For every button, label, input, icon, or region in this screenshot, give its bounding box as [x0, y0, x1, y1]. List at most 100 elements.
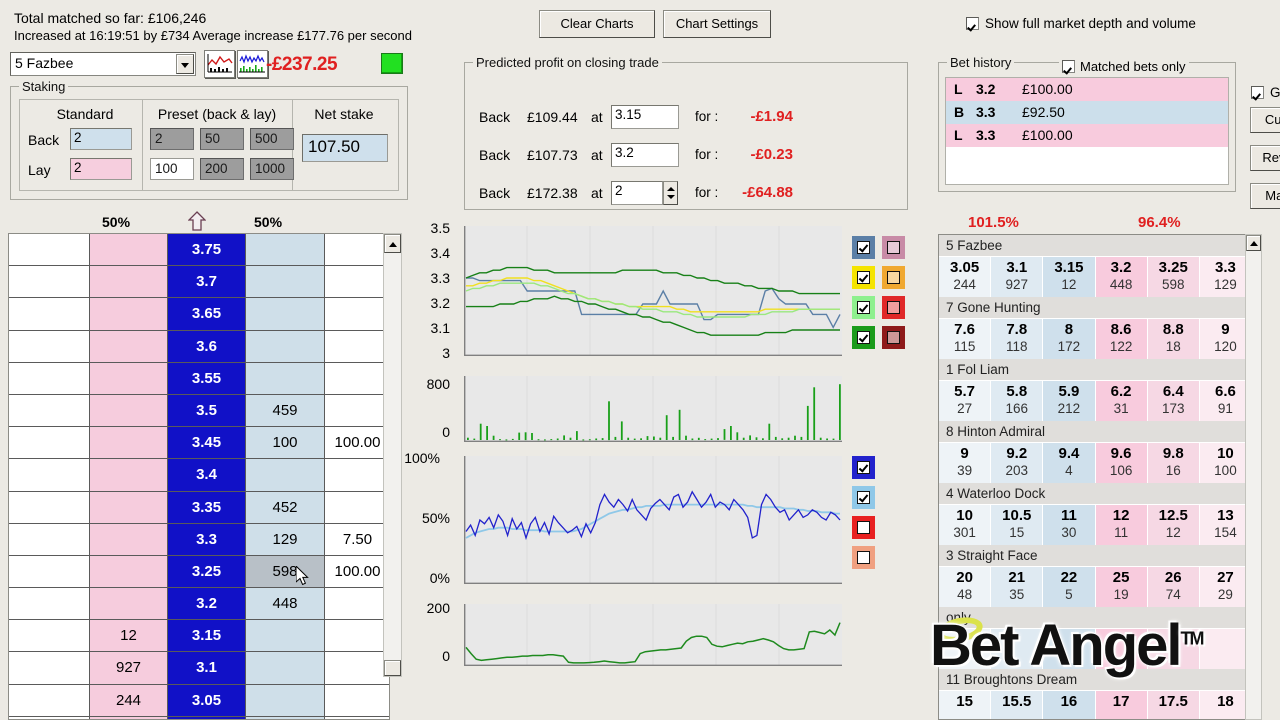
- list-item[interactable]: L 3.2 £100.00: [946, 78, 1228, 101]
- ladder-back-cell[interactable]: [246, 298, 325, 331]
- legend-color-swatch[interactable]: [882, 236, 905, 259]
- clear-charts-button[interactable]: Clear Charts: [539, 10, 655, 38]
- ladder-profit-cell[interactable]: 7.50: [325, 523, 389, 556]
- depth-price-cell[interactable]: 22 5: [1043, 567, 1096, 607]
- legend-checkbox[interactable]: [852, 546, 875, 569]
- price-chart[interactable]: [464, 226, 842, 356]
- runner-name[interactable]: 5 Fazbee: [939, 235, 1252, 257]
- depth-price-cell[interactable]: 20 48: [939, 567, 992, 607]
- ladder-back-cell[interactable]: [246, 459, 325, 492]
- chevron-down-icon[interactable]: [176, 54, 194, 74]
- ladder-price-cell[interactable]: 3.55: [168, 362, 246, 395]
- close-row-2-odds-input[interactable]: 3.2: [611, 143, 679, 167]
- ladder-stake-cell[interactable]: [9, 234, 90, 267]
- ladder-row[interactable]: 244 3.05: [9, 684, 389, 717]
- show-market-depth-checkbox[interactable]: Show full market depth and volume: [966, 16, 1196, 31]
- ladder-profit-cell[interactable]: [325, 330, 389, 363]
- ladder-profit-cell[interactable]: [325, 394, 389, 428]
- depth-price-cell[interactable]: 9.4 4: [1043, 443, 1096, 483]
- depth-price-cell[interactable]: [1095, 629, 1148, 669]
- depth-price-cell[interactable]: 3.15 12: [1043, 257, 1096, 297]
- depth-price-cell[interactable]: 3.2 448: [1095, 257, 1148, 297]
- close-row-1-odds-input[interactable]: 3.15: [611, 105, 679, 129]
- depth-price-cell[interactable]: 9.6 106: [1095, 443, 1148, 483]
- ladder-row[interactable]: 3.6: [9, 330, 389, 363]
- ladder-back-cell[interactable]: [246, 330, 325, 363]
- scroll-up-icon[interactable]: [1246, 235, 1261, 251]
- line-chart-icon-button[interactable]: [204, 50, 235, 78]
- chart-settings-button[interactable]: Chart Settings: [663, 10, 771, 38]
- ladder-stake-cell[interactable]: [9, 491, 90, 524]
- ladder-back-cell[interactable]: [246, 684, 325, 717]
- ladder-profit-cell[interactable]: [325, 491, 389, 524]
- selection-dropdown[interactable]: 5 Fazbee: [10, 52, 196, 76]
- ladder-row[interactable]: 3.7: [9, 266, 389, 299]
- depth-price-cell[interactable]: 9.8 16: [1147, 443, 1200, 483]
- current-close-button[interactable]: Current Close: [1250, 107, 1280, 133]
- preset-button-5[interactable]: 200: [200, 158, 244, 180]
- ladder-price-cell[interactable]: 3.25: [168, 555, 246, 589]
- depth-price-cell[interactable]: 15: [939, 691, 992, 719]
- bet-history-list[interactable]: L 3.2 £100.00 B 3.3 £92.50 L 3.3 £100.00: [945, 77, 1229, 185]
- ladder-stake-cell[interactable]: [9, 266, 90, 299]
- legend-color-swatch[interactable]: [882, 296, 905, 319]
- weight-of-money-chart[interactable]: [464, 456, 842, 584]
- ladder-row[interactable]: 3.4: [9, 459, 389, 492]
- runner-prices-row[interactable]: 10 301 10.5 15 11 30 12 11 12.5 12 13 154: [939, 505, 1252, 545]
- runner-prices-row[interactable]: 3.05 244 3.1 927 3.15 12 3.2 448 3.25 598 3.3 129: [939, 257, 1252, 297]
- ladder-row[interactable]: 3.2 448: [9, 588, 389, 621]
- ladder-lay-cell[interactable]: [90, 234, 168, 267]
- depth-price-cell[interactable]: 6.4 173: [1147, 381, 1200, 421]
- ladder-profit-cell[interactable]: [325, 588, 389, 621]
- legend-checkbox[interactable]: [852, 296, 875, 319]
- ladder-profit-cell[interactable]: 100.00: [325, 555, 389, 589]
- ladder-lay-cell[interactable]: 927: [90, 652, 168, 685]
- ladder-stake-cell[interactable]: [9, 652, 90, 685]
- ladder-lay-cell[interactable]: [90, 362, 168, 395]
- ladder-stake-cell[interactable]: [9, 523, 90, 556]
- ladder-profit-cell[interactable]: [325, 298, 389, 331]
- ladder-stake-cell[interactable]: [9, 684, 90, 717]
- preset-button-4[interactable]: 100: [150, 158, 194, 180]
- ladder-price-cell[interactable]: 3.15: [168, 620, 246, 653]
- ladder-stake-cell[interactable]: [9, 330, 90, 363]
- scroll-up-icon[interactable]: [384, 234, 401, 253]
- ladder-price-cell[interactable]: 3.2: [168, 588, 246, 621]
- preset-button-1[interactable]: 2: [150, 128, 194, 150]
- depth-price-cell[interactable]: [991, 629, 1044, 669]
- ladder-back-cell[interactable]: 459: [246, 394, 325, 428]
- ladder-lay-cell[interactable]: [90, 330, 168, 363]
- ladder-back-cell[interactable]: 129: [246, 523, 325, 556]
- runner-name[interactable]: 11 Broughtons Dream: [939, 669, 1252, 691]
- legend-checkbox[interactable]: [852, 236, 875, 259]
- ladder-stake-cell[interactable]: [9, 588, 90, 621]
- runner-name[interactable]: only: [939, 607, 1252, 629]
- ladder-price-cell[interactable]: 3.1: [168, 652, 246, 685]
- ladder-stake-cell[interactable]: [9, 362, 90, 395]
- ladder-back-cell[interactable]: 100: [246, 427, 325, 460]
- depth-price-cell[interactable]: 17.5: [1147, 691, 1200, 719]
- depth-price-cell[interactable]: 25 19: [1095, 567, 1148, 607]
- checkbox-icon[interactable]: [966, 17, 979, 30]
- ladder-profit-cell[interactable]: [325, 652, 389, 685]
- ladder-profit-cell[interactable]: [325, 459, 389, 492]
- ladder-stake-cell[interactable]: [9, 427, 90, 460]
- runner-name[interactable]: 3 Straight Face: [939, 545, 1252, 567]
- ladder-lay-cell[interactable]: [90, 588, 168, 621]
- market-depth-scrollbar[interactable]: [1245, 234, 1262, 720]
- ladder-profit-cell[interactable]: [325, 684, 389, 717]
- depth-price-cell[interactable]: 5.7 27: [939, 381, 992, 421]
- ladder-lay-cell[interactable]: [90, 459, 168, 492]
- matched-bets-only-checkbox[interactable]: Matched bets only: [1059, 59, 1189, 74]
- runner-name[interactable]: 4 Waterloo Dock: [939, 483, 1252, 505]
- preset-button-3[interactable]: 500: [250, 128, 294, 150]
- scroll-thumb[interactable]: [384, 660, 401, 676]
- depth-price-cell[interactable]: 9 39: [939, 443, 992, 483]
- depth-price-cell[interactable]: 5.8 166: [991, 381, 1044, 421]
- depth-price-cell[interactable]: 12 11: [1095, 505, 1148, 545]
- ladder-row[interactable]: 3.75: [9, 234, 389, 267]
- legend-color-swatch[interactable]: [882, 326, 905, 349]
- legend-checkbox[interactable]: [852, 266, 875, 289]
- net-stake-value[interactable]: 107.50: [302, 134, 388, 162]
- ladder-row[interactable]: 3.65: [9, 298, 389, 331]
